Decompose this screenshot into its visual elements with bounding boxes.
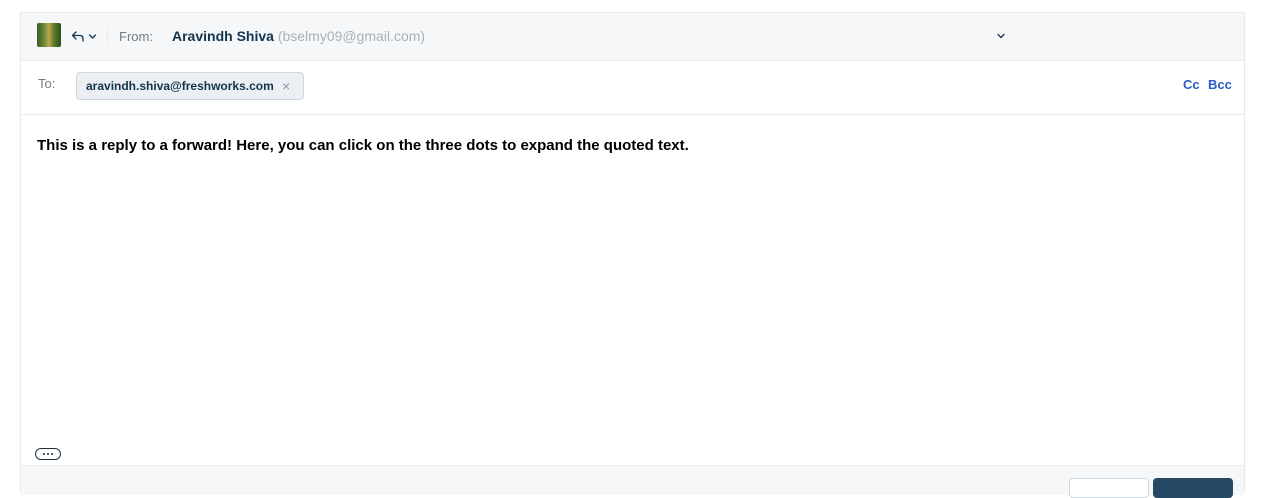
from-sender-email: (bselmy09@gmail.com) <box>277 28 426 44</box>
avatar <box>37 23 61 47</box>
cc-button[interactable]: Cc <box>1183 77 1200 92</box>
reply-mode-dropdown[interactable] <box>71 27 97 45</box>
reply-icon <box>71 31 84 42</box>
from-sender[interactable]: Aravindh Shiva (bselmy09@gmail.com) <box>172 28 425 44</box>
chevron-down-icon <box>88 33 97 39</box>
chevron-down-icon[interactable] <box>996 31 1006 41</box>
recipient-email: aravindh.shiva@freshworks.com <box>86 79 274 93</box>
from-label: From: <box>119 29 153 44</box>
divider <box>107 27 108 45</box>
message-body[interactable]: This is a reply to a forward! Here, you … <box>37 137 689 154</box>
expand-quoted-text-button[interactable] <box>35 448 61 460</box>
close-icon[interactable]: × <box>282 79 290 93</box>
bcc-button[interactable]: Bcc <box>1208 77 1232 92</box>
to-label: To: <box>38 76 56 91</box>
dot-icon <box>51 453 53 455</box>
recipient-chip[interactable]: aravindh.shiva@freshworks.com × <box>76 72 304 100</box>
secondary-button[interactable] <box>1069 478 1149 498</box>
send-button[interactable] <box>1153 478 1233 498</box>
reply-composer: From: Aravindh Shiva (bselmy09@gmail.com… <box>20 12 1245 498</box>
dot-icon <box>43 453 45 455</box>
dot-icon <box>47 453 49 455</box>
to-row: To: aravindh.shiva@freshworks.com × Cc B… <box>21 61 1244 115</box>
composer-footer <box>21 465 1244 498</box>
from-sender-name: Aravindh Shiva <box>172 28 274 44</box>
from-row: From: Aravindh Shiva (bselmy09@gmail.com… <box>21 13 1244 61</box>
